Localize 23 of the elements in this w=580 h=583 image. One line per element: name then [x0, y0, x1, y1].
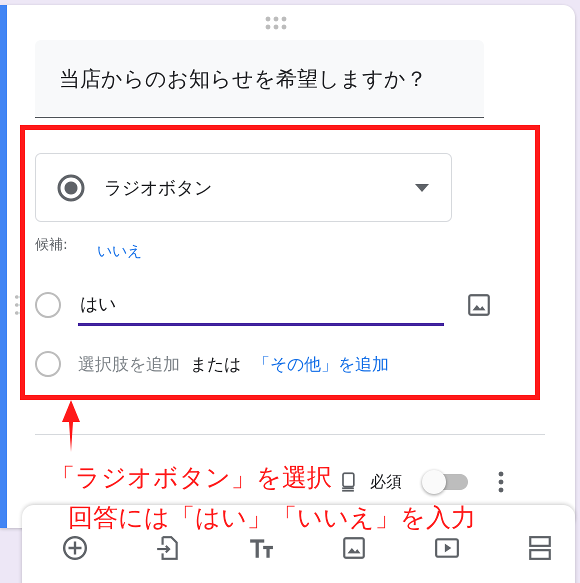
- add-option-field[interactable]: 選択肢を追加: [78, 352, 180, 376]
- more-icon[interactable]: [498, 471, 504, 493]
- drag-handle-icon[interactable]: [265, 16, 287, 30]
- suggestion-link[interactable]: いいえ: [97, 242, 142, 261]
- radio-circle: [35, 351, 61, 377]
- caret-icon: [415, 184, 429, 192]
- image-icon[interactable]: [466, 292, 492, 318]
- add-icon[interactable]: [62, 535, 88, 561]
- question-type-dropdown[interactable]: ラジオボタン: [35, 153, 452, 222]
- drag-handle-icon[interactable]: [15, 294, 23, 316]
- option-field[interactable]: はい: [78, 284, 444, 326]
- annotation-text: 回答には「はい」「いいえ」を入力: [68, 503, 476, 533]
- import-icon[interactable]: [155, 535, 181, 561]
- suggestion-label: 候補:: [35, 236, 69, 254]
- add-other-link[interactable]: 「その他」を追加: [253, 352, 389, 376]
- radio-icon: [56, 172, 86, 202]
- annotation-text: 「ラジオボタン」を選択: [50, 463, 332, 493]
- radio-circle[interactable]: [35, 292, 61, 318]
- question-title-field[interactable]: 当店からのお知らせを希望しますか？: [35, 40, 484, 118]
- section-icon[interactable]: [527, 535, 553, 561]
- required-label: 必須: [370, 472, 402, 492]
- image-icon[interactable]: [341, 535, 367, 561]
- separator-text: または: [190, 354, 241, 376]
